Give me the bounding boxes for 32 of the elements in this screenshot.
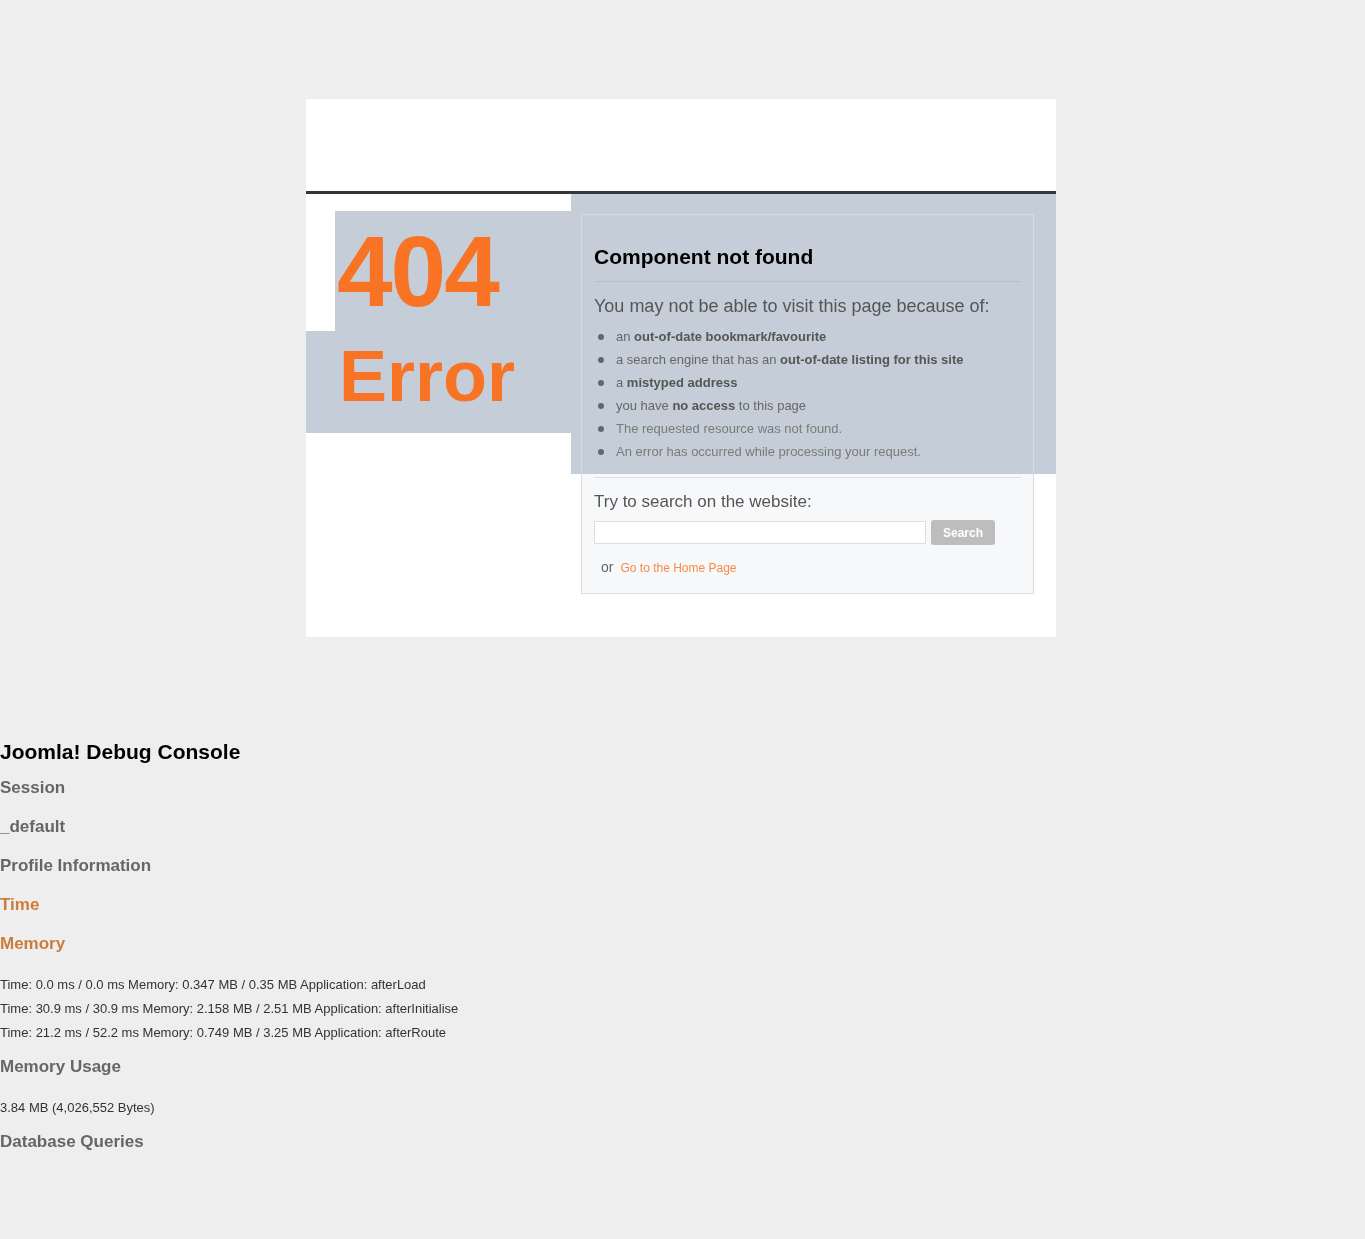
section-heading: Profile Information — [0, 856, 153, 876]
section-heading: _default — [0, 817, 67, 837]
info-line: Time: 0.0 ms / 0.0 ms Memory: 0.347 MB / 0.35 MB Application: afterLoad — [0, 976, 427, 994]
intro-text: You may not be able to visit this page because of: — [594, 296, 991, 317]
bullet-icon — [598, 356, 604, 363]
error-label: Error — [306, 331, 571, 433]
debug-title: Joomla! Debug Console — [0, 740, 242, 764]
info-line: Time: 21.2 ms / 52.2 ms Memory: 0.749 MB / 3.25 MB Application: afterRoute — [0, 1024, 448, 1042]
section-heading: Database Queries — [0, 1132, 145, 1152]
reason-item: you have no access to this page — [616, 397, 807, 414]
section-link[interactable]: Time — [0, 895, 1365, 915]
reason-item: The requested resource was not found. — [616, 420, 843, 437]
search-button[interactable]: Search — [931, 520, 996, 545]
section-heading: Memory Usage — [0, 1057, 122, 1077]
info-line: Time: 30.9 ms / 30.9 ms Memory: 2.158 MB / 2.51 MB Application: afterInitialise — [0, 1000, 460, 1018]
reason-item: an out-of-date bookmark/favourite — [616, 328, 827, 345]
home-link[interactable]: Go to the Home Page — [620, 561, 737, 575]
bullet-icon — [598, 379, 604, 386]
bullet-icon — [598, 333, 604, 340]
search-field[interactable] — [594, 521, 926, 544]
reason-item: a mistyped address — [616, 374, 738, 391]
reason-item: An error has occurred while processing your request. — [616, 443, 921, 460]
search-prompt: Try to search on the website: — [594, 492, 813, 512]
bullet-icon — [598, 402, 604, 409]
bullet-icon — [598, 448, 604, 455]
info-line: 3.84 MB (4,026,552 Bytes) — [0, 1099, 156, 1117]
reason-item: a search engine that has an out-of-date listing for this site — [616, 351, 964, 368]
section-heading: Session — [0, 778, 67, 798]
panel-title: Component not found — [594, 215, 1021, 282]
bullet-icon — [598, 425, 604, 432]
section-link[interactable]: Memory — [0, 934, 1365, 954]
or-text: or — [601, 559, 614, 575]
